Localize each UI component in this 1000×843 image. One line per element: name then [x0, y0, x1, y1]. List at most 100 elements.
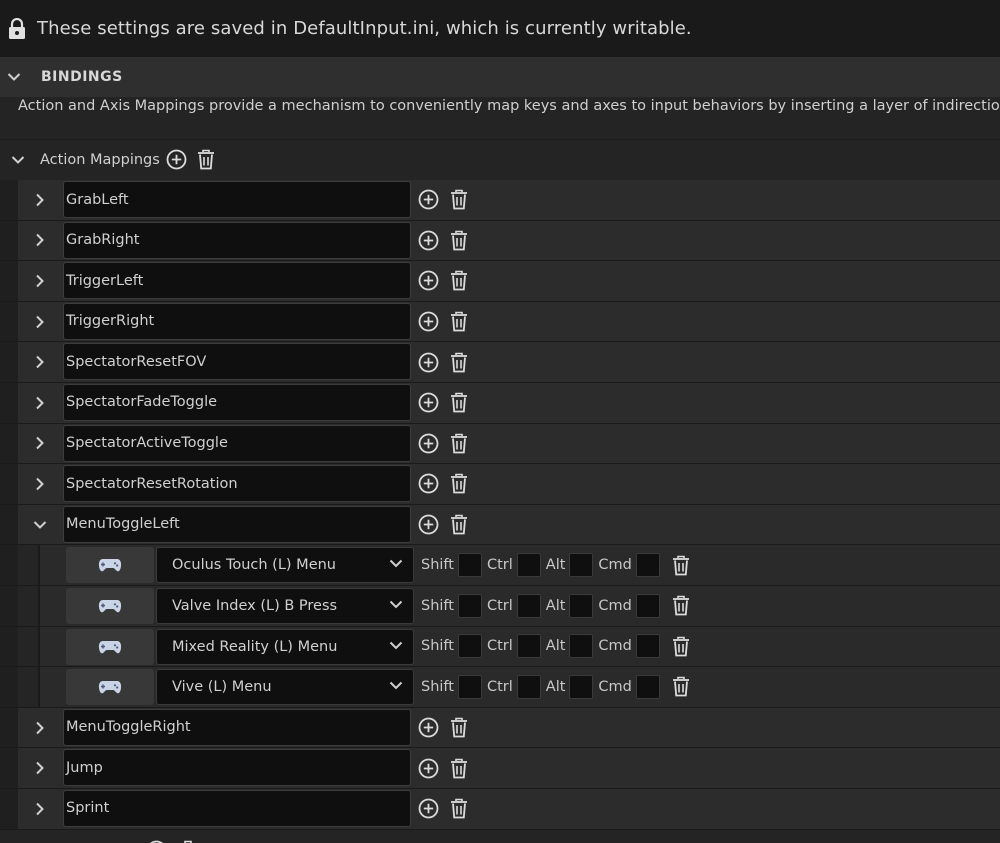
chevron-down-icon[interactable]	[30, 520, 50, 530]
chevron-down-icon	[389, 681, 403, 690]
cmd-checkbox[interactable]	[635, 553, 660, 578]
action-name-input[interactable]: SpectatorResetFOV	[63, 343, 411, 381]
action-name-input[interactable]: MenuToggleLeft	[63, 505, 411, 543]
ctrl-checkbox[interactable]	[516, 634, 541, 659]
cmd-checkbox[interactable]	[635, 593, 660, 618]
add-icon[interactable]	[418, 758, 439, 779]
chevron-right-icon[interactable]	[30, 436, 50, 450]
trash-icon[interactable]	[450, 514, 468, 535]
alt-label: Alt	[545, 597, 566, 614]
action-mapping-row: Jump	[0, 748, 1000, 789]
add-icon[interactable]	[418, 270, 439, 291]
alt-checkbox[interactable]	[569, 674, 594, 699]
chevron-right-icon[interactable]	[30, 477, 50, 491]
key-binding-row: Vive (L) Menu Shift Ctrl Alt Cmd	[0, 667, 1000, 708]
add-icon[interactable]	[166, 149, 187, 170]
trash-icon[interactable]	[450, 270, 468, 291]
trash-icon[interactable]	[672, 595, 690, 616]
alt-label: Alt	[545, 678, 566, 695]
trash-icon[interactable]	[672, 676, 690, 697]
lock-icon[interactable]	[0, 17, 37, 40]
chevron-right-icon[interactable]	[30, 396, 50, 410]
shift-checkbox[interactable]	[457, 553, 482, 578]
key-binding-row: Valve Index (L) B Press Shift Ctrl Alt Cmd	[0, 585, 1000, 627]
chevron-right-icon[interactable]	[30, 721, 50, 735]
trash-icon[interactable]	[450, 311, 468, 332]
action-name-input[interactable]: GrabLeft	[63, 181, 411, 218]
trash-icon[interactable]	[672, 555, 690, 576]
shift-checkbox[interactable]	[457, 674, 482, 699]
action-name-input[interactable]: TriggerLeft	[63, 262, 411, 300]
action-name-input[interactable]: SpectatorFadeToggle	[63, 383, 411, 421]
add-icon[interactable]	[418, 352, 439, 373]
key-select[interactable]: Mixed Reality (L) Menu	[156, 628, 414, 665]
gamepad-icon[interactable]	[66, 547, 154, 584]
trash-icon[interactable]	[450, 473, 468, 494]
trash-icon[interactable]	[450, 758, 468, 779]
bindings-section-header[interactable]: BINDINGS	[0, 57, 1000, 97]
trash-icon[interactable]	[450, 717, 468, 738]
gamepad-icon[interactable]	[66, 628, 154, 665]
add-icon[interactable]	[418, 189, 439, 210]
cmd-label: Cmd	[598, 597, 632, 614]
alt-checkbox[interactable]	[569, 553, 594, 578]
chevron-right-icon[interactable]	[30, 355, 50, 369]
add-icon[interactable]	[418, 473, 439, 494]
action-name-input[interactable]: Jump	[63, 749, 411, 787]
trash-icon[interactable]	[450, 352, 468, 373]
trash-icon[interactable]	[450, 433, 468, 454]
add-icon[interactable]	[418, 392, 439, 413]
trash-icon[interactable]	[450, 392, 468, 413]
cmd-checkbox[interactable]	[635, 634, 660, 659]
shift-checkbox[interactable]	[457, 593, 482, 618]
action-name-input[interactable]: SpectatorActiveToggle	[63, 424, 411, 462]
action-mapping-row: MenuToggleRight	[0, 707, 1000, 749]
trash-icon[interactable]	[450, 189, 468, 210]
ctrl-checkbox[interactable]	[516, 593, 541, 618]
add-icon[interactable]	[418, 433, 439, 454]
gamepad-icon[interactable]	[66, 669, 154, 706]
chevron-down-icon[interactable]	[1, 72, 27, 82]
add-icon[interactable]	[418, 311, 439, 332]
input-settings-page: These settings are saved in DefaultInput…	[0, 0, 1000, 843]
key-select[interactable]: Vive (L) Menu	[156, 669, 414, 706]
action-name-input[interactable]: Sprint	[63, 789, 411, 827]
info-bar: These settings are saved in DefaultInput…	[0, 0, 1000, 57]
action-mapping-row: GrabRight	[0, 220, 1000, 262]
chevron-right-icon[interactable]	[30, 274, 50, 288]
add-icon[interactable]	[418, 717, 439, 738]
action-name-input[interactable]: GrabRight	[63, 221, 411, 259]
trash-icon[interactable]	[450, 798, 468, 819]
trash-icon[interactable]	[672, 636, 690, 657]
add-icon[interactable]	[418, 798, 439, 819]
action-name-input[interactable]: TriggerRight	[63, 302, 411, 340]
alt-checkbox[interactable]	[569, 634, 594, 659]
add-icon[interactable]	[418, 514, 439, 535]
cmd-checkbox[interactable]	[635, 674, 660, 699]
chevron-right-icon[interactable]	[30, 802, 50, 816]
key-binding-row: Oculus Touch (L) Menu Shift Ctrl Alt Cmd	[0, 545, 1000, 586]
axis-mappings-header-partial	[0, 829, 1000, 843]
gamepad-icon[interactable]	[66, 587, 154, 624]
chevron-right-icon[interactable]	[30, 193, 50, 207]
key-select[interactable]: Valve Index (L) B Press	[156, 587, 414, 624]
action-name-input[interactable]: SpectatorResetRotation	[63, 465, 411, 503]
shift-checkbox[interactable]	[457, 634, 482, 659]
add-icon[interactable]	[418, 230, 439, 251]
ctrl-label: Ctrl	[486, 638, 513, 655]
ctrl-checkbox[interactable]	[516, 553, 541, 578]
chevron-down-icon[interactable]	[6, 155, 30, 165]
ctrl-checkbox[interactable]	[516, 674, 541, 699]
trash-icon[interactable]	[197, 149, 215, 170]
alt-checkbox[interactable]	[569, 593, 594, 618]
chevron-right-icon[interactable]	[30, 233, 50, 247]
chevron-right-icon[interactable]	[30, 761, 50, 775]
cmd-label: Cmd	[598, 557, 632, 574]
chevron-right-icon[interactable]	[30, 315, 50, 329]
shift-label: Shift	[421, 597, 454, 614]
trash-icon[interactable]	[450, 230, 468, 251]
action-name-input[interactable]: MenuToggleRight	[63, 708, 411, 746]
action-mapping-row: TriggerLeft	[0, 261, 1000, 302]
key-select[interactable]: Oculus Touch (L) Menu	[156, 547, 414, 584]
action-mappings-header[interactable]: Action Mappings	[0, 139, 1000, 179]
